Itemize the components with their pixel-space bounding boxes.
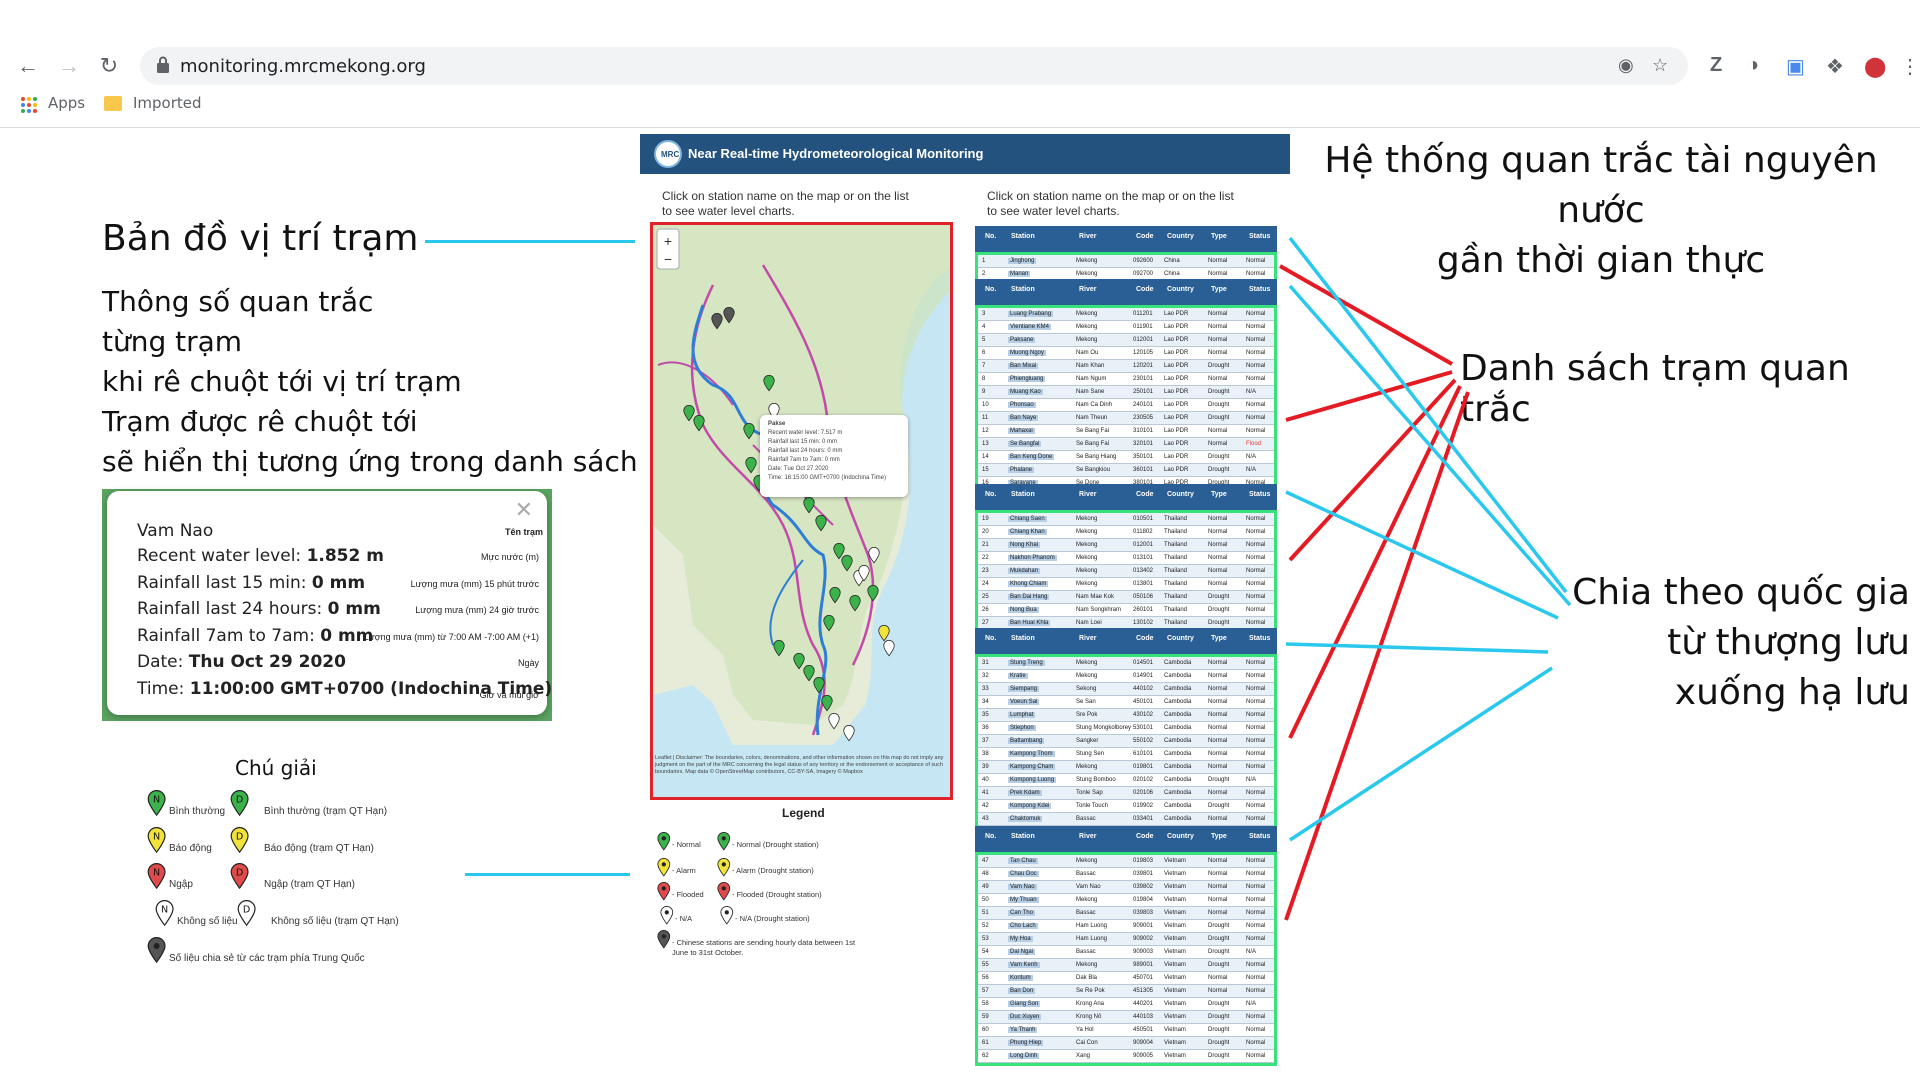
connector-line xyxy=(1289,666,1553,842)
connector-line xyxy=(1285,642,1549,654)
connector-line xyxy=(1288,236,1568,594)
connector-line xyxy=(1279,264,1453,366)
connector-line xyxy=(1284,391,1470,921)
connector-line xyxy=(1285,490,1559,620)
connector-lines xyxy=(1279,236,1572,921)
